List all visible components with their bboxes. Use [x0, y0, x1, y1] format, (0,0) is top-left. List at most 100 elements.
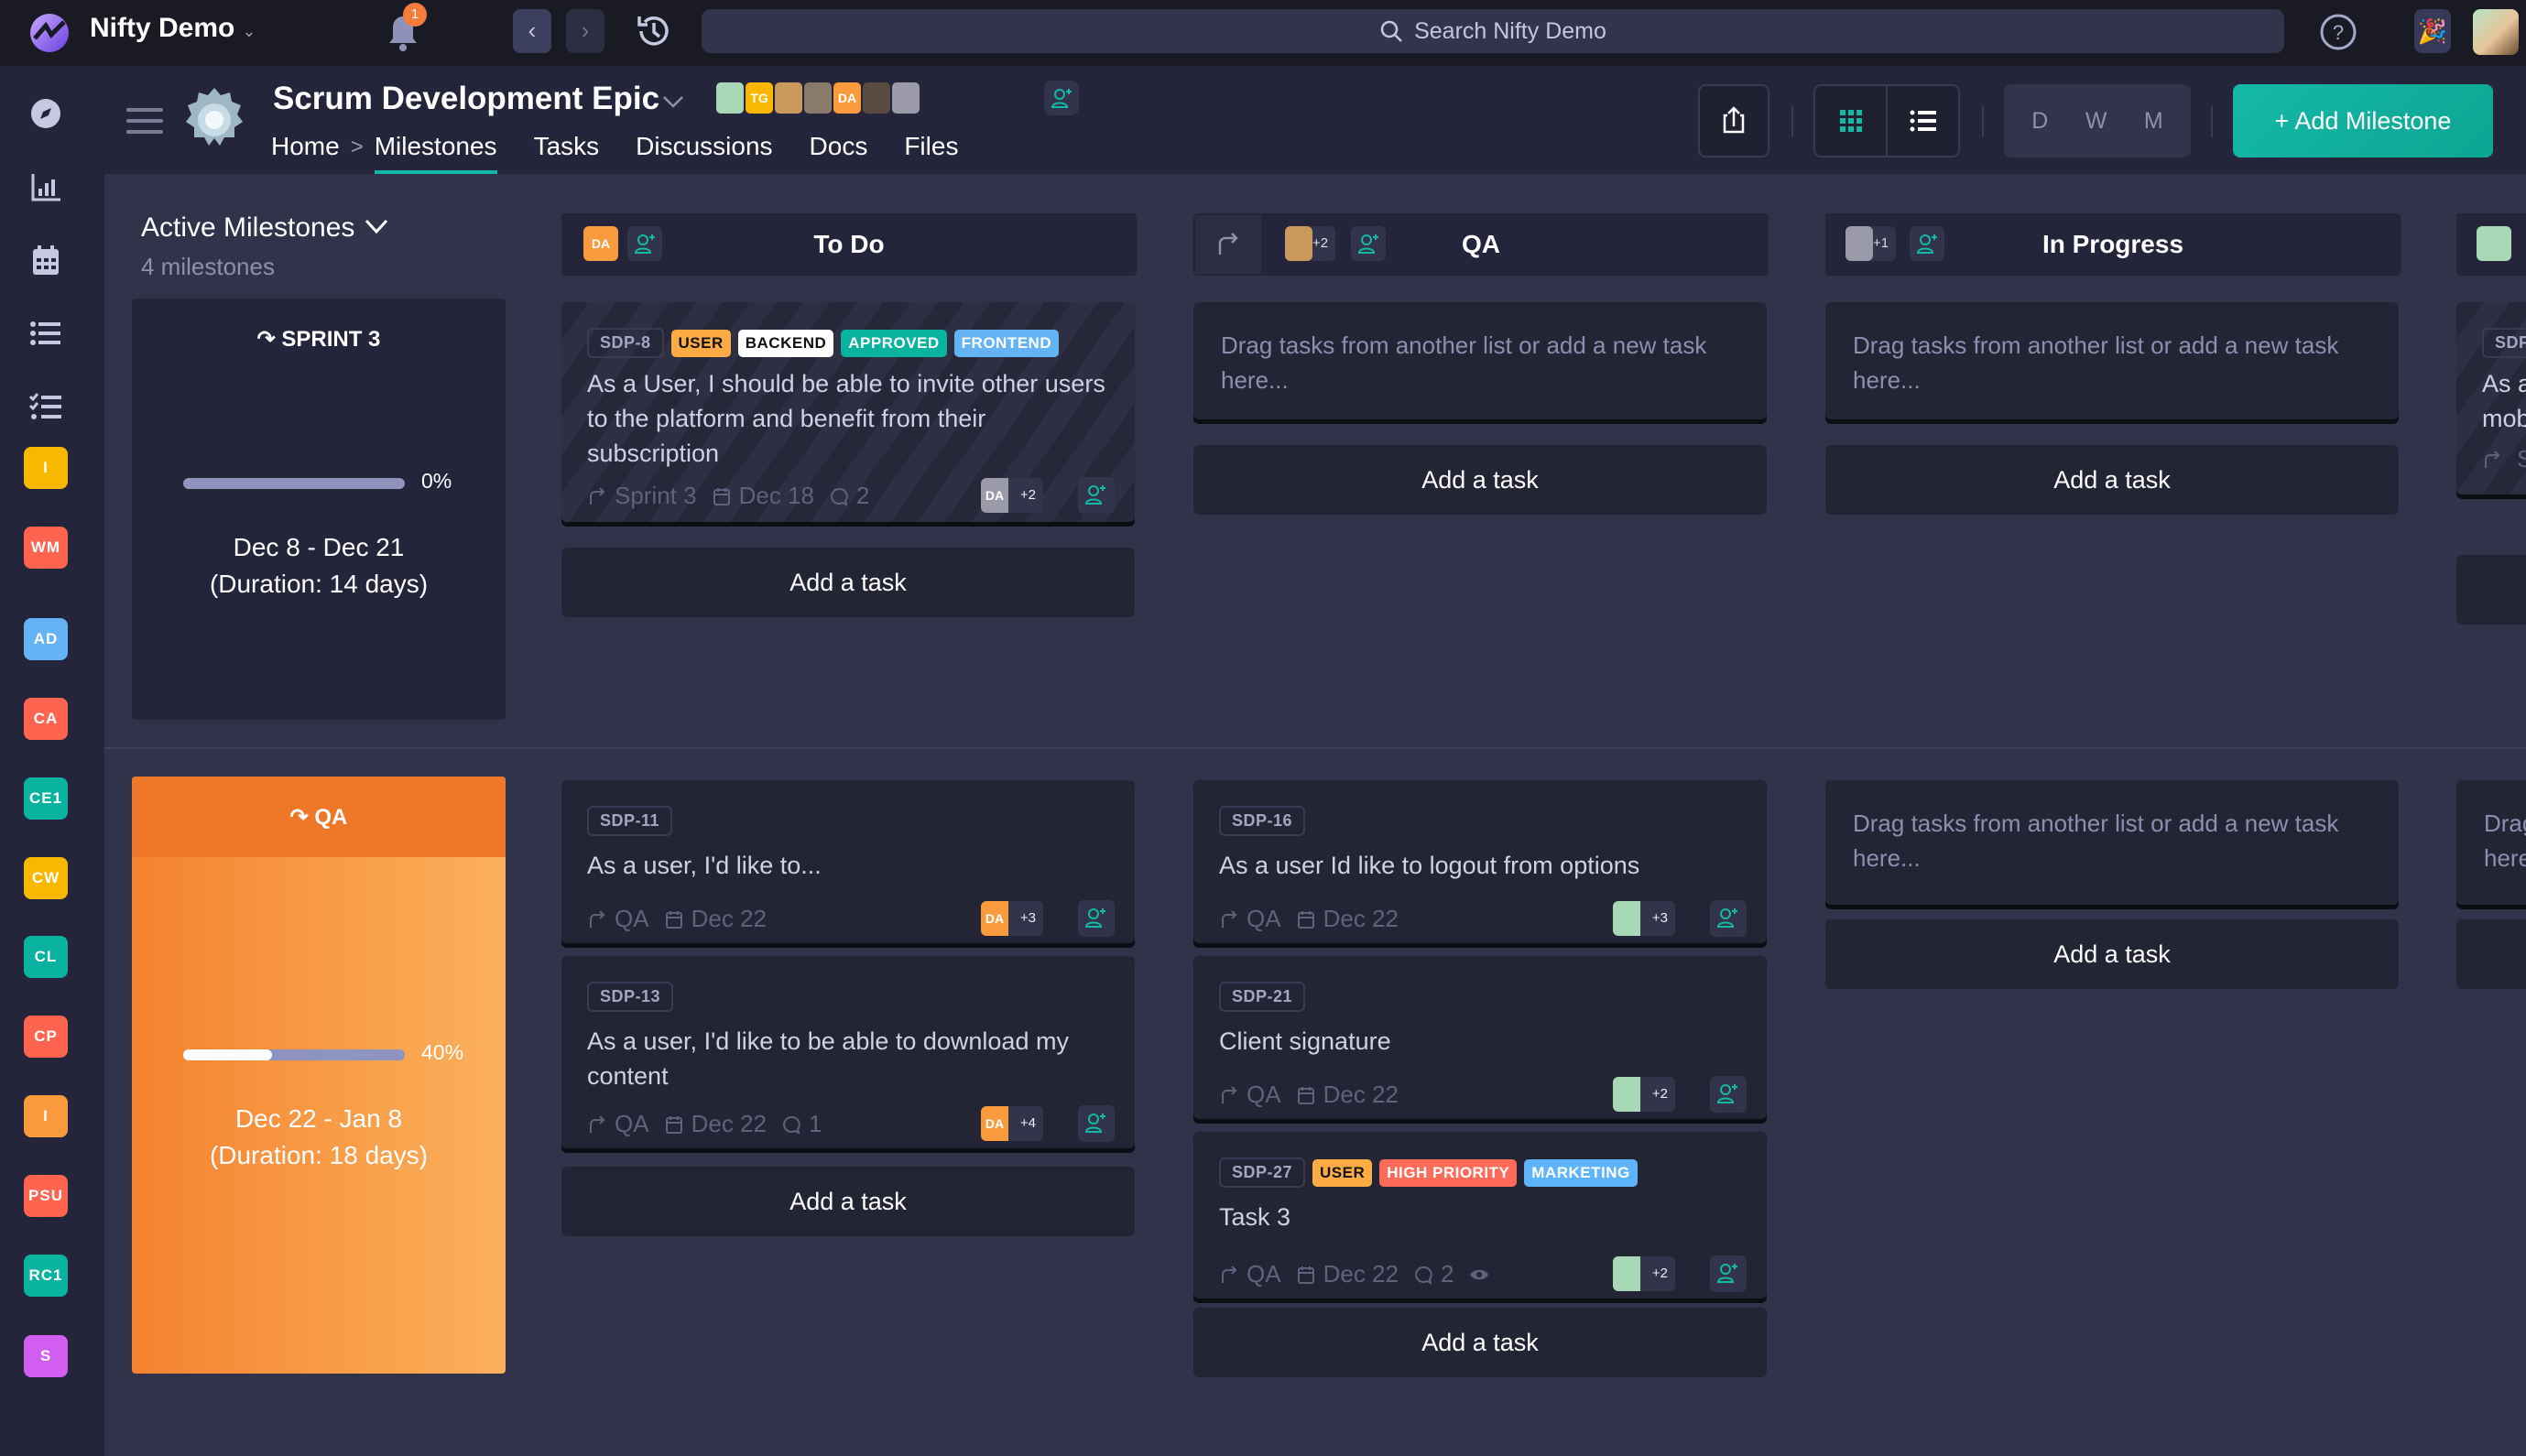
task-card[interactable]: SDP-16 As a user Id like to logout from o… [1193, 780, 1767, 943]
task-assignees[interactable]: DA +3 [981, 901, 1043, 936]
share-button[interactable] [1698, 84, 1769, 158]
task-card[interactable]: SDP-13 As a user, I'd like to be able to … [561, 956, 1135, 1148]
add-assignee-button[interactable] [1710, 1076, 1747, 1113]
task-card[interactable]: SDP-11 As a user, I'd like to... QA Dec 22 D… [561, 780, 1135, 943]
add-task-button[interactable]: Add a task [561, 1167, 1135, 1236]
workspace-switcher[interactable]: Nifty Demo ⌄ [90, 13, 256, 44]
sidebar-project-i[interactable]: I [24, 1095, 68, 1137]
column-header-todo[interactable]: DA To Do [561, 213, 1137, 276]
add-assignee-button[interactable] [1710, 900, 1747, 937]
scale-day-button[interactable]: D [2031, 108, 2048, 135]
sidebar-project-ca[interactable]: CA [24, 698, 68, 740]
task-due-date[interactable]: Dec 22 [664, 1110, 767, 1138]
task-title[interactable]: As a user, I'd like to... [587, 848, 1113, 883]
task-assignees[interactable]: DA +2 [981, 478, 1043, 513]
tab-files[interactable]: Files [904, 132, 958, 174]
board-view-button[interactable] [1815, 86, 1888, 156]
task-card[interactable]: SDP-27 USER HIGH PRIORITY MARKETING Task 3 QA… [1193, 1132, 1767, 1298]
user-avatar[interactable] [2473, 9, 2519, 55]
task-milestone[interactable]: QA [587, 1110, 649, 1138]
list-icon[interactable] [27, 315, 64, 352]
task-title[interactable]: As a user, I'd like to be able to downlo… [587, 1024, 1113, 1093]
task-milestone[interactable]: QA [1219, 905, 1281, 933]
task-milestone[interactable]: Sprint 3 [587, 482, 697, 510]
sidebar-project-i[interactable]: I [24, 447, 68, 489]
task-tag[interactable]: BACKEND [737, 329, 834, 357]
add-task-button[interactable]: Add a task [2456, 555, 2526, 625]
task-title[interactable]: Client signature [1219, 1024, 1745, 1059]
task-due-date[interactable]: Dec 22 [664, 905, 767, 933]
task-id[interactable]: SDP-16 [1219, 806, 1306, 836]
task-milestone[interactable]: QA [587, 905, 649, 933]
list-view-button[interactable] [1888, 86, 1958, 156]
task-title[interactable]: Task 3 [1219, 1200, 1745, 1234]
add-assignee-button[interactable] [1078, 1105, 1115, 1142]
add-task-button[interactable]: Add a task [2456, 919, 2526, 989]
add-assignee-button[interactable] [1710, 1255, 1747, 1292]
task-id[interactable]: SDP-8 [587, 328, 664, 358]
help-icon[interactable]: ? [2319, 13, 2357, 51]
member-avatar[interactable] [773, 81, 804, 115]
task-tag[interactable]: MARKETING [1524, 1158, 1638, 1187]
task-assignees[interactable]: +3 [1613, 901, 1675, 936]
task-watch[interactable] [1468, 1265, 1490, 1285]
member-avatar[interactable] [714, 81, 746, 115]
member-avatar[interactable]: DA [832, 81, 863, 115]
task-card[interactable]: SDP As a mob S [2456, 302, 2526, 494]
compass-icon[interactable] [27, 95, 64, 132]
task-due-date[interactable]: Dec 18 [712, 482, 814, 510]
task-tag[interactable]: HIGH PRIORITY [1379, 1158, 1518, 1187]
calendar-icon[interactable] [27, 242, 64, 278]
task-assignees[interactable]: +2 [1613, 1256, 1675, 1291]
task-tag[interactable]: APPROVED [841, 329, 947, 357]
task-id[interactable]: SDP-27 [1219, 1157, 1306, 1188]
add-assignee-button[interactable] [1078, 900, 1115, 937]
scale-week-button[interactable]: W [2085, 108, 2107, 135]
sidebar-project-cl[interactable]: CL [24, 936, 68, 978]
add-member-button[interactable] [1044, 81, 1079, 115]
whats-new-button[interactable]: 🎉 [2414, 9, 2451, 53]
add-task-button[interactable]: Add a task [1193, 1308, 1767, 1377]
checklist-icon[interactable] [27, 388, 64, 425]
task-tag[interactable]: USER [1312, 1158, 1373, 1187]
history-icon[interactable] [632, 9, 676, 53]
chart-icon[interactable] [27, 168, 64, 205]
sidebar-project-psu[interactable]: PSU [24, 1175, 68, 1217]
member-avatar[interactable] [890, 81, 921, 115]
sidebar-project-rc1[interactable]: RC1 [24, 1255, 68, 1297]
task-title[interactable]: As a mob [2482, 366, 2526, 436]
add-milestone-button[interactable]: + Add Milestone [2233, 84, 2493, 158]
member-avatar[interactable] [802, 81, 833, 115]
add-task-button[interactable]: Add a task [1825, 919, 2399, 989]
add-task-button[interactable]: Add a task [1193, 445, 1767, 515]
task-comments[interactable]: 2 [1413, 1260, 1454, 1288]
task-milestone[interactable]: QA [1219, 1260, 1281, 1288]
member-avatar[interactable] [861, 81, 892, 115]
task-id[interactable]: SDP-13 [587, 982, 674, 1012]
tab-discussions[interactable]: Discussions [636, 132, 772, 174]
task-card[interactable]: SDP-21 Client signature QA Dec 22 +2 [1193, 956, 1767, 1119]
project-title[interactable]: Scrum Development Epic [273, 81, 659, 117]
task-id[interactable]: SDP-11 [587, 806, 673, 836]
task-tag[interactable]: FRONTEND [953, 329, 1060, 357]
sidebar-project-s[interactable]: S [24, 1335, 68, 1377]
column-assignee-avatar[interactable] [2477, 226, 2511, 261]
column-header-in-progress[interactable]: +1 In Progress [1825, 213, 2401, 276]
task-comments[interactable]: 2 [829, 482, 869, 510]
back-button[interactable]: ‹ [513, 9, 551, 53]
nifty-logo-icon[interactable] [27, 11, 71, 55]
scale-month-button[interactable]: M [2144, 108, 2163, 135]
task-card[interactable]: SDP-8 USER BACKEND APPROVED FRONTEND As a Use… [561, 302, 1135, 522]
task-due-date[interactable]: Dec 22 [1296, 1081, 1399, 1109]
add-task-button[interactable]: Add a task [561, 548, 1135, 617]
tab-docs[interactable]: Docs [810, 132, 868, 174]
sidebar-project-wm[interactable]: WM [24, 527, 68, 569]
column-header-qa[interactable]: +2 QA [1193, 213, 1769, 276]
task-id[interactable]: SDP-21 [1219, 982, 1306, 1012]
task-id[interactable]: SDP [2482, 328, 2526, 358]
task-due-date[interactable]: Dec 22 [1296, 905, 1399, 933]
task-assignees[interactable]: DA +4 [981, 1106, 1043, 1141]
chevron-down-icon[interactable] [659, 88, 687, 115]
sidebar-project-cp[interactable]: CP [24, 1016, 68, 1058]
member-avatar[interactable]: TG [744, 81, 775, 115]
